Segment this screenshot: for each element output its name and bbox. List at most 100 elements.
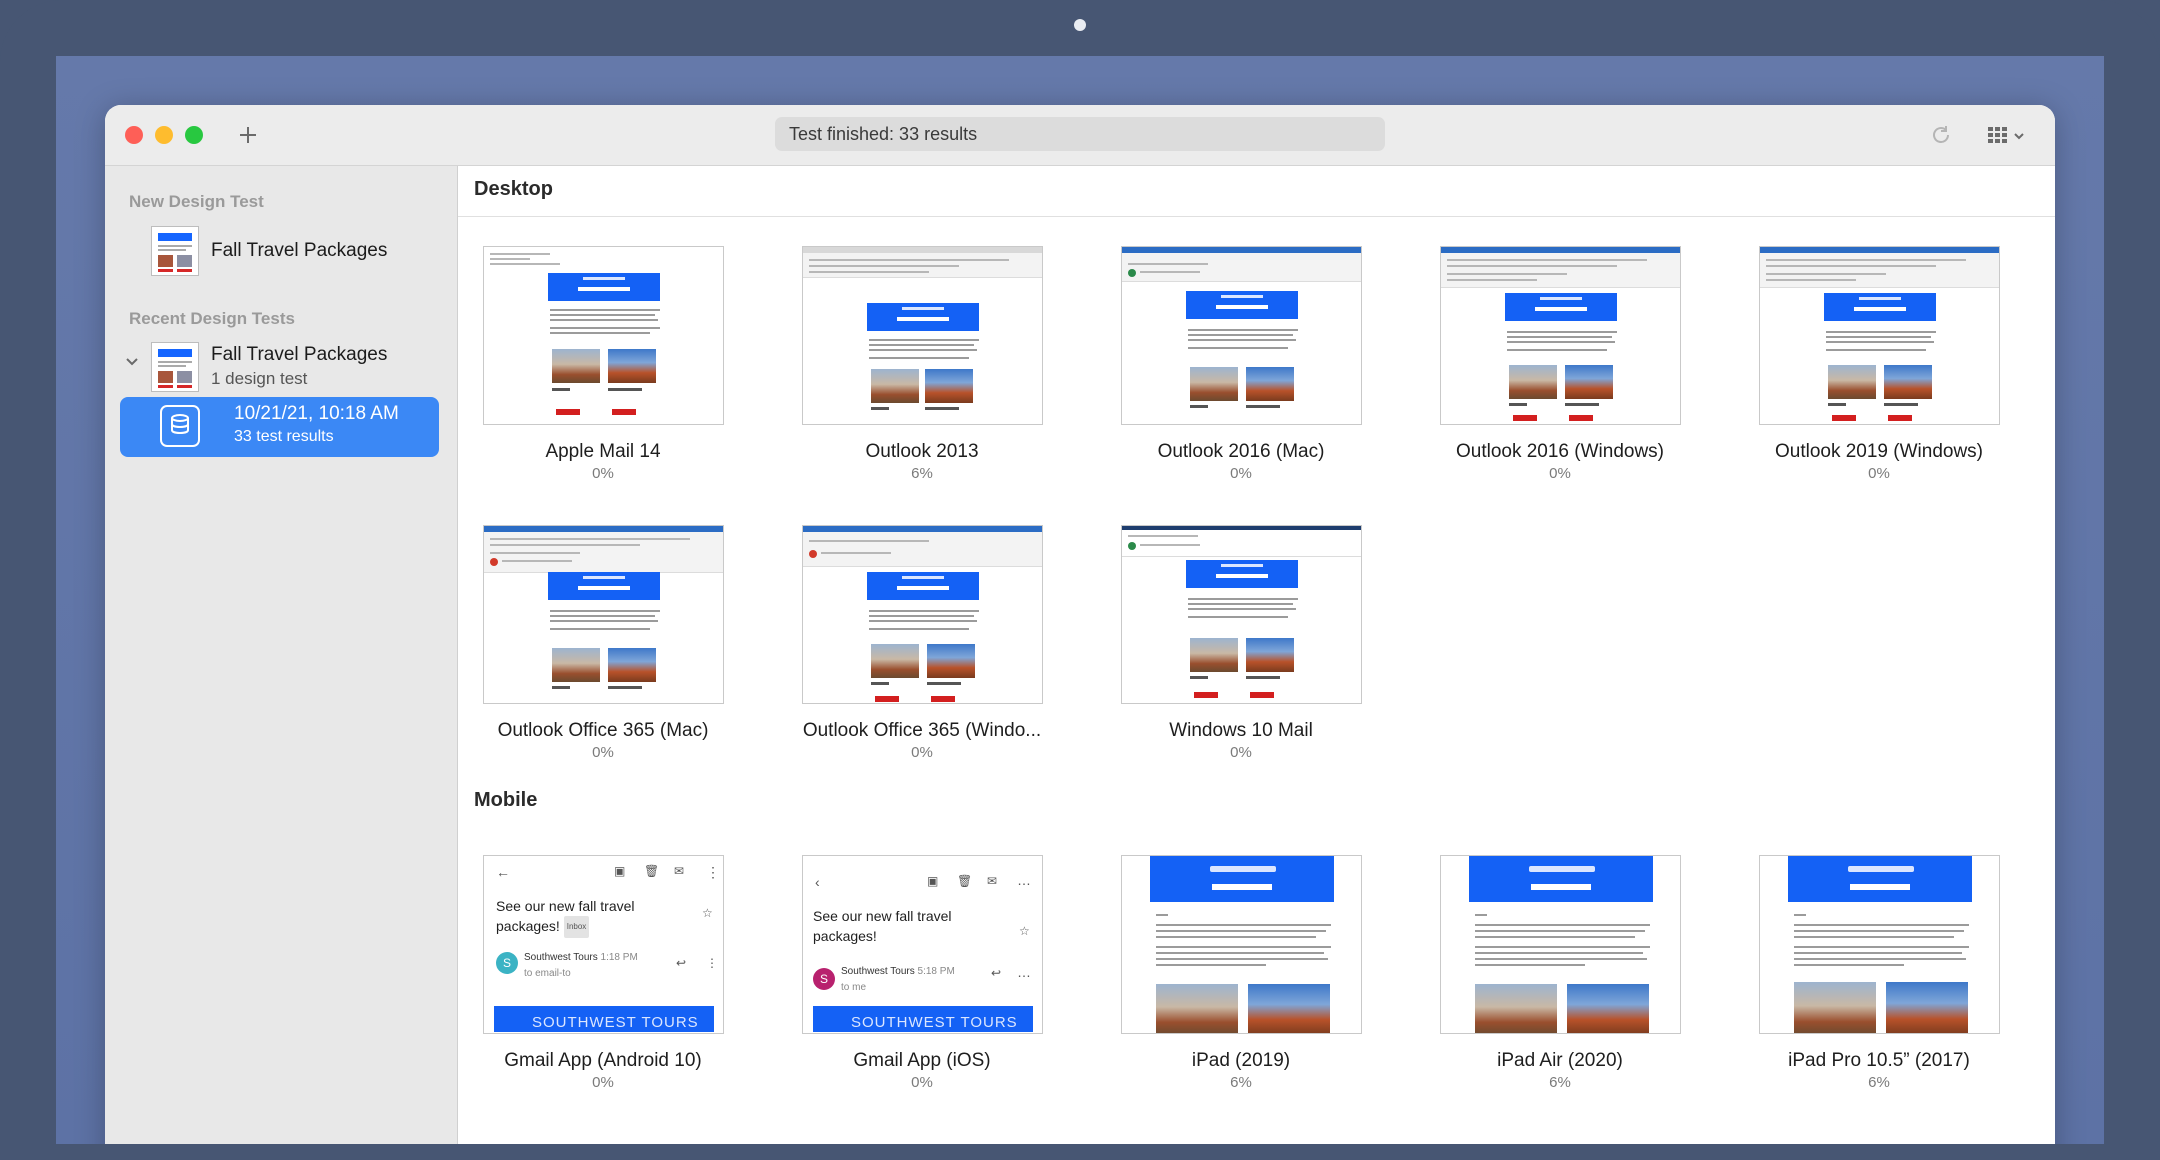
result-name: Apple Mail 14: [545, 441, 661, 462]
result-percent: 0%: [592, 744, 614, 761]
new-test-button[interactable]: [230, 117, 266, 153]
reply-icon: ↩: [676, 956, 687, 970]
result-thumbnail: [1121, 855, 1362, 1034]
result-percent: 0%: [592, 465, 614, 482]
minimize-window-button[interactable]: [155, 126, 173, 144]
test-run-subtitle: 33 test results: [234, 428, 334, 445]
sender-name: Southwest Tours 1:18 PM: [524, 952, 638, 963]
result-thumbnail: [1121, 246, 1362, 425]
trash-icon: 🗑: [644, 864, 660, 878]
result-name: Gmail App (iOS): [853, 1050, 991, 1071]
result-percent: 0%: [1230, 465, 1252, 482]
results-grid: Desktop Apple Mail 14 0% Outlook 2013 6%…: [458, 166, 2055, 1144]
recent-design-tests-heading: Recent Design Tests: [129, 309, 295, 328]
view-mode-button[interactable]: [1985, 119, 2029, 151]
result-card[interactable]: iPad (2019) 6%: [1096, 855, 1368, 1115]
plus-icon: [240, 127, 256, 143]
email-thumbnail: [151, 226, 199, 276]
result-name: iPad (2019): [1191, 1050, 1291, 1071]
result-card[interactable]: Outlook 2016 (Mac) 0%: [1096, 246, 1368, 506]
sidebar-item-label: Fall Travel Packages: [211, 240, 388, 261]
back-icon: ‹: [815, 874, 820, 890]
result-thumbnail: [802, 246, 1043, 425]
result-thumbnail: ‹ ▣ 🗑 ✉ … See our new fall travel packag…: [802, 855, 1043, 1034]
more-icon: …: [1017, 964, 1031, 980]
result-thumbnail: [1121, 525, 1362, 704]
mobile-section-header: Mobile: [458, 777, 2055, 827]
chevron-down-icon[interactable]: [125, 355, 139, 369]
reply-icon: ↩: [991, 966, 1002, 980]
result-name: Outlook 2013: [865, 441, 979, 462]
result-percent: 0%: [911, 744, 933, 761]
more-icon: …: [1017, 872, 1031, 888]
result-name: Outlook 2016 (Mac): [1157, 441, 1325, 462]
result-percent: 0%: [592, 1074, 614, 1091]
email-subject: See our new fall travel packages!: [813, 908, 952, 944]
new-design-test-heading: New Design Test: [129, 192, 264, 211]
result-card[interactable]: Outlook 2019 (Windows) 0%: [1734, 246, 2006, 506]
more-icon: ⋮: [706, 956, 718, 970]
result-name: Gmail App (Android 10): [504, 1050, 702, 1071]
refresh-button[interactable]: [1925, 119, 1957, 151]
back-arrow-icon: ←: [496, 864, 510, 880]
refresh-icon: [1933, 126, 1949, 143]
title-bar: Test finished: 33 results: [105, 105, 2055, 166]
result-thumbnail: [802, 525, 1043, 704]
result-card[interactable]: Outlook Office 365 (Windo... 0%: [777, 525, 1049, 785]
test-results-icon: [160, 405, 200, 447]
result-percent: 0%: [1868, 465, 1890, 482]
recipient: to email-to: [524, 968, 571, 979]
result-thumbnail: [483, 246, 724, 425]
test-run-title: 10/21/21, 10:18 AM: [234, 403, 399, 424]
result-card[interactable]: iPad Pro 10.5” (2017) 6%: [1734, 855, 2006, 1115]
result-card[interactable]: iPad Air (2020) 6%: [1415, 855, 1687, 1115]
result-card[interactable]: Apple Mail 14 0%: [458, 246, 730, 506]
result-thumbnail: [1759, 855, 2000, 1034]
more-icon: ⋮: [706, 864, 720, 880]
recipient: to me: [841, 982, 867, 993]
result-name: iPad Air (2020): [1497, 1050, 1623, 1071]
result-card[interactable]: Outlook 2016 (Windows) 0%: [1415, 246, 1687, 506]
status-text: Test finished: 33 results: [789, 124, 978, 144]
laptop-frame: Test finished: 33 results New Design Tes…: [0, 0, 2160, 1160]
mail-icon: ✉: [674, 864, 685, 878]
app-window: Test finished: 33 results New Design Tes…: [105, 105, 2055, 1144]
result-name: Windows 10 Mail: [1169, 720, 1313, 741]
star-icon: ☆: [1019, 924, 1030, 938]
result-card[interactable]: Outlook Office 365 (Mac) 0%: [458, 525, 730, 785]
email-subject: See our new fall travel packages! Inbox: [496, 896, 656, 939]
email-banner: SOUTHWEST TOURS: [494, 1006, 714, 1032]
result-percent: 6%: [1868, 1074, 1890, 1091]
desktop-section-header: Desktop: [458, 166, 2055, 217]
archive-icon: ▣: [927, 874, 939, 888]
grid-icon: [1988, 127, 2007, 143]
result-card[interactable]: ← ▣ 🗑 ✉ ⋮ See our new fall travel packag…: [458, 855, 730, 1115]
result-name: Outlook Office 365 (Windo...: [802, 720, 1042, 741]
zoom-window-button[interactable]: [185, 126, 203, 144]
email-thumbnail: [151, 342, 199, 392]
archive-icon: ▣: [614, 864, 626, 878]
trash-icon: 🗑: [957, 874, 973, 888]
result-name: iPad Pro 10.5” (2017): [1788, 1050, 1970, 1071]
result-card[interactable]: Windows 10 Mail 0%: [1096, 525, 1368, 785]
result-name: Outlook 2016 (Windows): [1455, 441, 1665, 462]
mail-icon: ✉: [987, 874, 998, 888]
sidebar-item-sublabel: 1 design test: [211, 369, 308, 388]
close-window-button[interactable]: [125, 126, 143, 144]
result-card[interactable]: Outlook 2013 6%: [777, 246, 1049, 506]
result-card[interactable]: ‹ ▣ 🗑 ✉ … See our new fall travel packag…: [777, 855, 1049, 1115]
sidebar-item-label: Fall Travel Packages: [211, 344, 388, 365]
avatar: S: [496, 952, 518, 974]
section-title: Mobile: [474, 789, 538, 811]
sender-name: Southwest Tours 5:18 PM: [841, 966, 955, 977]
result-percent: 0%: [1230, 744, 1252, 761]
email-banner: SOUTHWEST TOURS: [813, 1006, 1033, 1032]
result-percent: 0%: [911, 1074, 933, 1091]
result-thumbnail: [1440, 246, 1681, 425]
result-thumbnail: [1759, 246, 2000, 425]
result-percent: 6%: [1230, 1074, 1252, 1091]
sidebar-item-test-run[interactable]: 10/21/21, 10:18 AM 33 test results: [120, 397, 439, 457]
section-title: Desktop: [474, 178, 553, 200]
desktop-background: Test finished: 33 results New Design Tes…: [56, 56, 2104, 1144]
result-percent: 6%: [911, 465, 933, 482]
